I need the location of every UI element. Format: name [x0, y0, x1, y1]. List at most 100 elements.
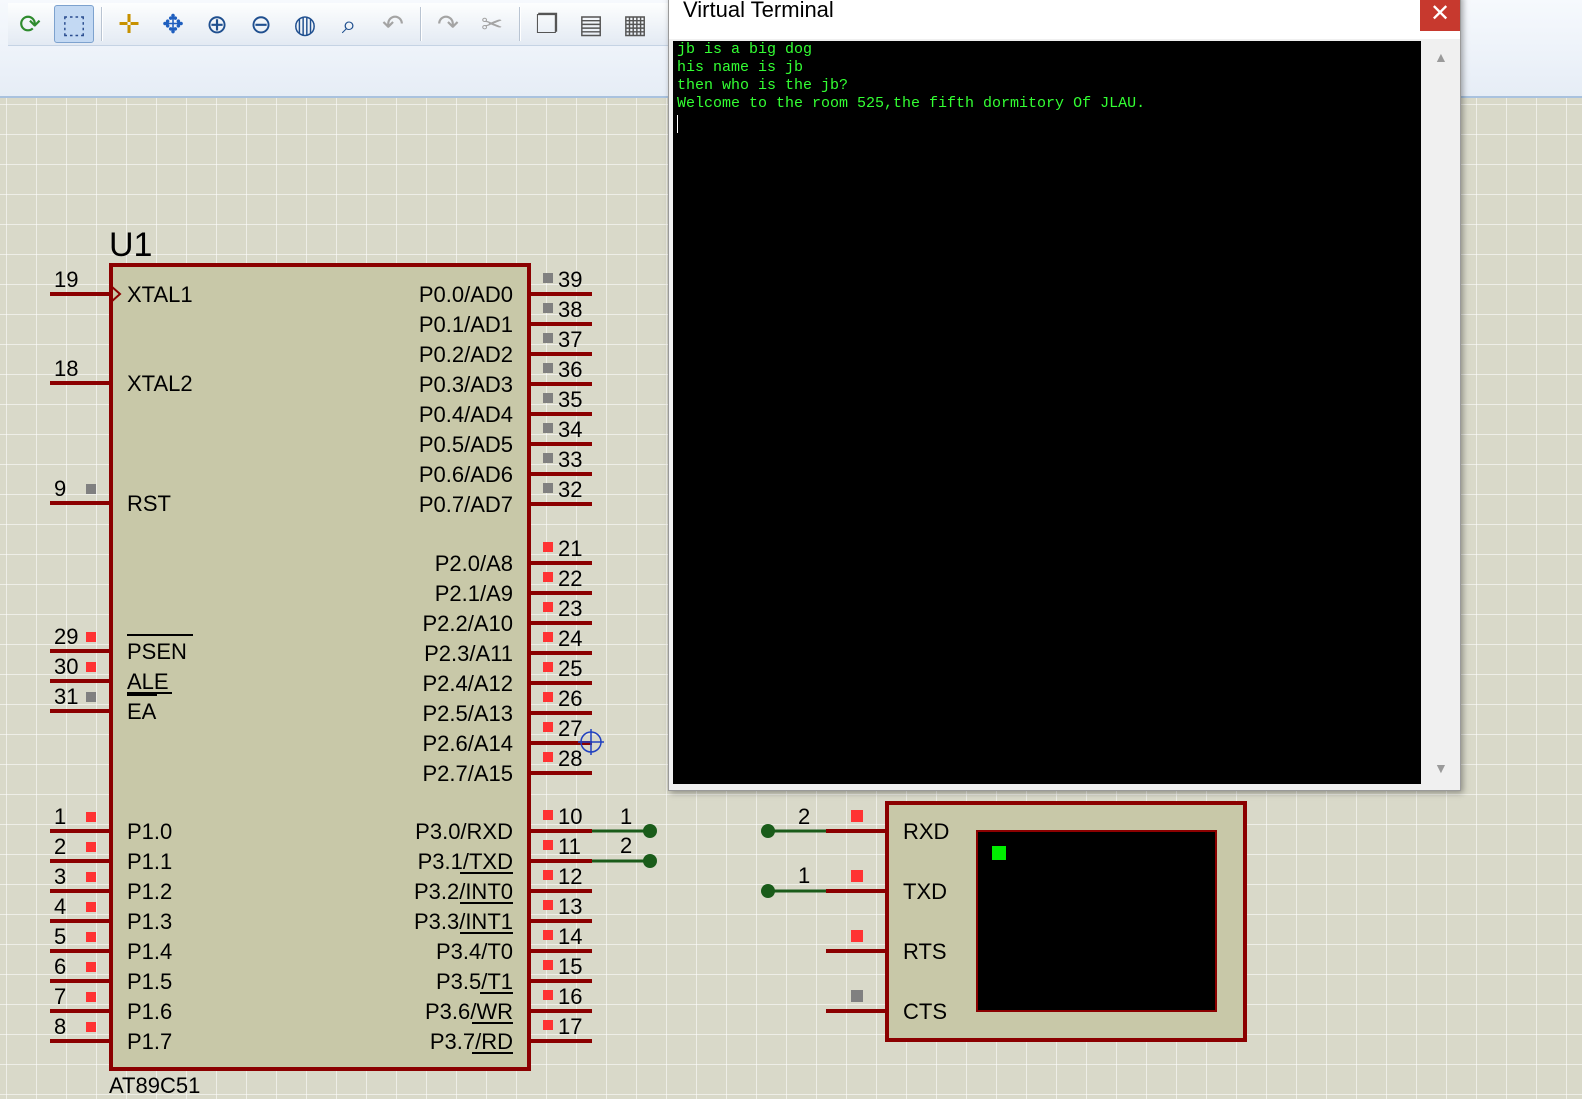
pin-state-indicator — [86, 902, 96, 912]
pin-state-indicator — [543, 870, 553, 880]
component-ref: U1 — [109, 226, 152, 264]
paste-icon: ▤ — [578, 9, 604, 39]
pin-label: P1.5 — [127, 969, 172, 994]
zoom-all-button[interactable]: ◍ — [285, 5, 325, 43]
pin-state-indicator — [543, 273, 553, 283]
pin-number: 3 — [54, 864, 66, 889]
zoom-out-icon: ⊖ — [250, 9, 272, 39]
scroll-up-icon[interactable]: ▲ — [1434, 49, 1448, 65]
pin-state-indicator — [86, 484, 96, 494]
pin-number: 21 — [558, 536, 582, 561]
pin-state-indicator — [543, 840, 553, 850]
pin-label: PSEN — [127, 639, 187, 664]
pin-state-indicator — [543, 632, 553, 642]
pin-label: ALE — [127, 669, 169, 694]
terminal-output[interactable]: jb is a big dog his name is jb then who … — [673, 41, 1421, 784]
pin-label: P1.4 — [127, 939, 172, 964]
pin-label: XTAL1 — [127, 282, 193, 307]
pin-label: P3.2/INT0 — [414, 879, 513, 904]
pin-state-indicator — [543, 542, 553, 552]
pin-number: 19 — [54, 267, 78, 292]
pin-number: 31 — [54, 684, 78, 709]
zoom-in-icon: ⊕ — [206, 9, 228, 39]
net-label: 1 — [620, 804, 632, 829]
virtual-terminal-titlebar[interactable]: Virtual Terminal ✕ — [669, 0, 1460, 39]
pin-number: 36 — [558, 357, 582, 382]
pin-label: P2.4/A12 — [422, 671, 513, 696]
pin-state-indicator — [851, 990, 863, 1002]
block-copy-button[interactable]: ▦ — [615, 5, 655, 43]
terminal-line: Welcome to the room 525,the fifth dormit… — [677, 95, 1146, 112]
refresh-button[interactable]: ⟳ — [10, 5, 50, 43]
pin-label: P3.7/RD — [430, 1029, 513, 1054]
pin-number: 38 — [558, 297, 582, 322]
paste-button[interactable]: ▤ — [571, 5, 611, 43]
pan-button[interactable]: ✥ — [153, 5, 193, 43]
pin-state-indicator — [543, 722, 553, 732]
pin-number: 6 — [54, 954, 66, 979]
pin-state-indicator — [543, 810, 553, 820]
pin-label: P2.6/A14 — [422, 731, 513, 756]
terminal-line: jb is a big dog — [677, 41, 813, 58]
pin-number: 7 — [54, 984, 66, 1009]
net-terminal — [761, 824, 775, 838]
pin-state-indicator — [543, 453, 553, 463]
copy-button[interactable]: ❐ — [527, 5, 567, 43]
pin-state-indicator — [86, 932, 96, 942]
pin-state-indicator — [543, 483, 553, 493]
redo-button[interactable]: ↷ — [428, 5, 468, 43]
pin-label: P3.4/T0 — [436, 939, 513, 964]
pin-label: P3.5/T1 — [436, 969, 513, 994]
pin-label: P0.1/AD1 — [419, 312, 513, 337]
pin-label: P1.1 — [127, 849, 172, 874]
zoom-out-button[interactable]: ⊖ — [241, 5, 281, 43]
pin-state-indicator — [86, 992, 96, 1002]
scroll-down-icon[interactable]: ▼ — [1434, 760, 1448, 776]
pin-number: 25 — [558, 656, 582, 681]
pin-state-indicator — [86, 662, 96, 672]
virtual-terminal-window[interactable]: Virtual Terminal ✕ jb is a big dog his n… — [668, 0, 1461, 791]
close-icon: ✕ — [1429, 0, 1451, 27]
pin-state-indicator — [86, 962, 96, 972]
pin-label: RST — [127, 491, 171, 516]
pin-state-indicator — [543, 900, 553, 910]
close-button[interactable]: ✕ — [1420, 0, 1460, 31]
pin-number: 22 — [558, 566, 582, 591]
net-label: 2 — [798, 804, 810, 829]
pin-number: 29 — [54, 624, 78, 649]
zoom-area-button[interactable]: ⌕ — [329, 5, 369, 43]
pin-state-indicator — [86, 632, 96, 642]
undo-icon: ↶ — [382, 9, 404, 39]
toolbar-separator — [420, 7, 421, 41]
pin-number: 11 — [558, 834, 581, 859]
cut-button[interactable]: ✂ — [472, 5, 512, 43]
pin-state-indicator — [543, 423, 553, 433]
vertical-scrollbar[interactable]: ▲ ▼ — [1424, 41, 1458, 784]
terminal-line: then who is the jb? — [677, 77, 849, 94]
pin-state-indicator — [543, 333, 553, 343]
pin-state-indicator — [86, 692, 96, 702]
pin-label: RTS — [903, 939, 947, 964]
pin-number: 18 — [54, 356, 78, 381]
pin-state-indicator — [86, 1022, 96, 1032]
origin-crosshair-button[interactable]: ✛ — [109, 5, 149, 43]
pin-state-indicator — [543, 303, 553, 313]
text-cursor — [677, 115, 678, 133]
terminal-line: his name is jb — [677, 59, 804, 76]
pin-state-indicator — [543, 572, 553, 582]
pin-state-indicator — [543, 930, 553, 940]
zoom-in-button[interactable]: ⊕ — [197, 5, 237, 43]
net-label: 2 — [620, 833, 632, 858]
area-select-button[interactable]: ⬚ — [54, 5, 94, 43]
terminal-device-screen — [976, 830, 1217, 1012]
pin-number: 5 — [54, 924, 66, 949]
pin-label: P0.4/AD4 — [419, 402, 513, 427]
pin-state-indicator — [543, 363, 553, 373]
pin-number: 12 — [558, 864, 582, 889]
pin-label: P0.5/AD5 — [419, 432, 513, 457]
pin-label: P0.0/AD0 — [419, 282, 513, 307]
pin-label: P2.1/A9 — [435, 581, 513, 606]
pin-number: 8 — [54, 1014, 66, 1039]
pin-number: 4 — [54, 894, 66, 919]
undo-button[interactable]: ↶ — [373, 5, 413, 43]
